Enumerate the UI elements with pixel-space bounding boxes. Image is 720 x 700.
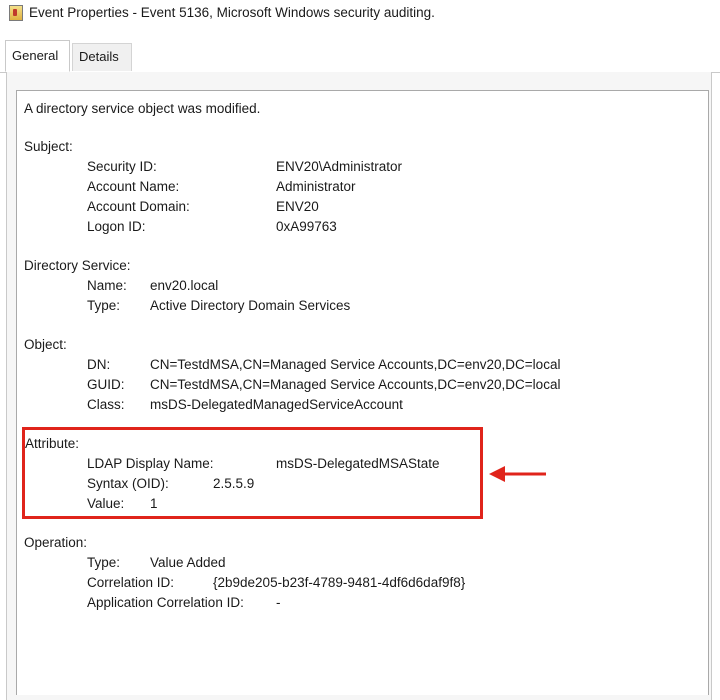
directory-service-name-value: env20.local (150, 278, 219, 293)
object-class-label: Class: (87, 397, 125, 412)
directory-service-heading: Directory Service: (24, 258, 131, 273)
operation-app-correlation-id-label: Application Correlation ID: (87, 595, 244, 610)
window-title: Event Properties - Event 5136, Microsoft… (29, 5, 435, 20)
tab-strip: General Details (0, 40, 720, 73)
operation-heading: Operation: (24, 535, 88, 550)
object-heading: Object: (24, 337, 67, 352)
operation-type-value: Value Added (150, 555, 226, 570)
attribute-ldap-name-label: LDAP Display Name: (87, 456, 214, 471)
subject-account-domain-label: Account Domain: (87, 199, 190, 214)
subject-security-id-label: Security ID: (87, 159, 157, 174)
attribute-syntax-label: Syntax (OID): (87, 476, 169, 491)
attribute-value-value: 1 (150, 496, 158, 511)
subject-security-id-value: ENV20\Administrator (276, 159, 403, 174)
title-bar: Event Properties - Event 5136, Microsoft… (0, 0, 720, 30)
subject-heading: Subject: (24, 139, 73, 154)
tab-general[interactable]: General (5, 40, 70, 72)
directory-service-type-label: Type: (87, 298, 121, 313)
attribute-value-label: Value: (87, 496, 125, 511)
subject-logon-id-value: 0xA99763 (276, 219, 337, 234)
object-guid-value: CN=TestdMSA,CN=Managed Service Accounts,… (150, 377, 561, 392)
subject-logon-id-label: Logon ID: (87, 219, 146, 234)
attribute-ldap-name-value: msDS-DelegatedMSAState (276, 456, 440, 471)
object-dn-label: DN: (87, 357, 111, 372)
directory-service-name-label: Name: (87, 278, 127, 293)
attribute-syntax-value: 2.5.5.9 (213, 476, 255, 491)
directory-service-type-value: Active Directory Domain Services (150, 298, 351, 313)
operation-app-correlation-id-value: - (276, 595, 281, 610)
subject-account-domain-value: ENV20 (276, 199, 319, 214)
attribute-heading: Attribute: (25, 436, 80, 451)
event-headline: A directory service object was modified. (24, 101, 261, 116)
tab-details[interactable]: Details (72, 43, 132, 71)
object-class-value: msDS-DelegatedManagedServiceAccount (150, 397, 403, 412)
object-dn-value: CN=TestdMSA,CN=Managed Service Accounts,… (150, 357, 561, 372)
operation-type-label: Type: (87, 555, 121, 570)
subject-account-name-value: Administrator (276, 179, 356, 194)
red-arrow-icon (489, 466, 546, 482)
operation-correlation-id-value: {2b9de205-b23f-4789-9481-4df6d6daf9f8} (213, 575, 466, 590)
subject-account-name-label: Account Name: (87, 179, 180, 194)
object-guid-label: GUID: (87, 377, 125, 392)
operation-correlation-id-label: Correlation ID: (87, 575, 175, 590)
event-viewer-icon (9, 5, 23, 21)
